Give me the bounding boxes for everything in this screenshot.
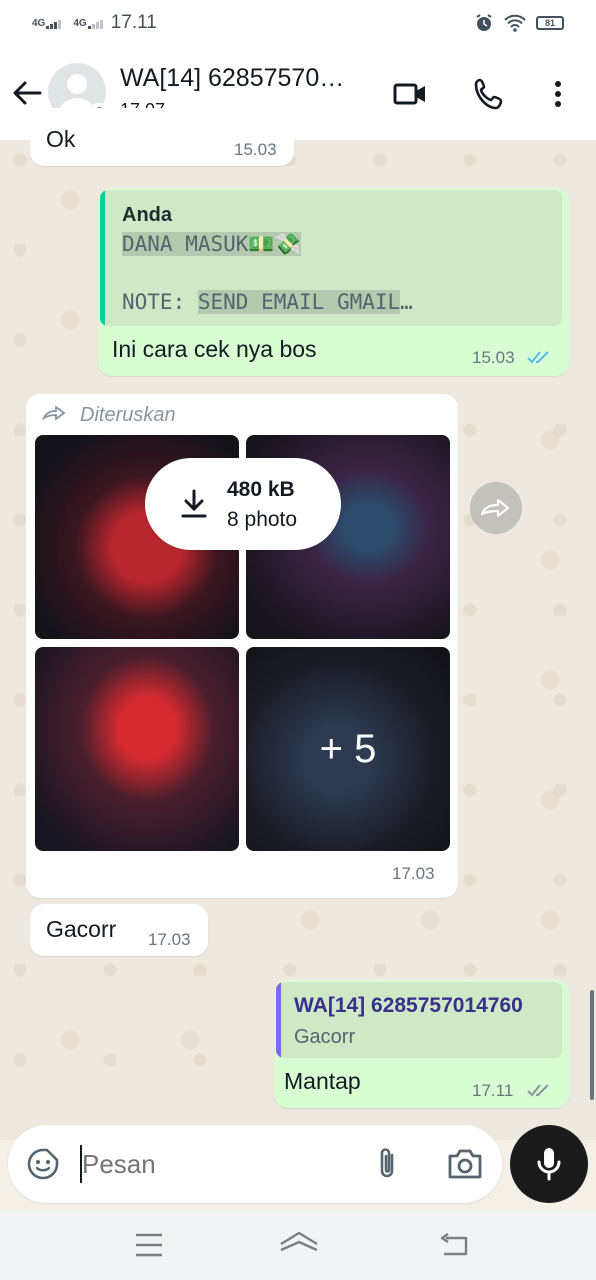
menu-icon[interactable] <box>134 1232 164 1258</box>
quoted-message[interactable]: Anda DANA MASUK💵💸 NOTE: SEND EMAIL GMAIL… <box>100 190 562 326</box>
mic-icon <box>537 1148 561 1181</box>
download-size: 480 kB <box>227 478 295 501</box>
sent-ticks-icon <box>527 1084 549 1097</box>
message-text: Gacorr <box>46 916 117 942</box>
back-nav-icon[interactable] <box>438 1232 470 1258</box>
quote-bar <box>276 982 281 1058</box>
quoted-message[interactable]: WA[14] 6285757014760 Gacorr <box>276 982 562 1058</box>
message-text: Ini cara cek nya bos <box>112 336 317 362</box>
message-time: 15.03 <box>472 348 515 367</box>
share-forward-button[interactable] <box>470 482 522 534</box>
forward-icon <box>42 405 66 421</box>
status-icons: 81 <box>474 13 564 33</box>
message-time: 17.03 <box>148 930 191 949</box>
network-type-2: 4G <box>73 17 87 29</box>
signal-bars-icon <box>46 19 62 29</box>
more-vert-icon[interactable] <box>540 76 576 112</box>
signal-1: 4G <box>32 17 62 29</box>
quote-note-label: NOTE: <box>122 290 186 314</box>
system-nav-bar <box>0 1210 596 1280</box>
quote-line: DANA MASUK💵💸 <box>122 232 301 256</box>
download-button[interactable]: 480 kB 8 photo <box>145 458 341 550</box>
read-ticks-icon <box>527 351 549 364</box>
photo-thumbnail-3[interactable] <box>35 647 239 851</box>
message-time: 15.03 <box>234 140 277 159</box>
photo-thumbnail-more[interactable]: + 5 <box>246 647 450 851</box>
share-forward-icon <box>480 498 510 518</box>
message-bubble-incoming[interactable]: Ok 15.03 <box>30 108 294 166</box>
message-bubble-outgoing[interactable]: Anda DANA MASUK💵💸 NOTE: SEND EMAIL GMAIL… <box>98 188 570 376</box>
quote-bar <box>100 190 105 326</box>
quote-ellipsis: … <box>400 290 413 314</box>
message-time: 17.03 <box>392 864 435 883</box>
network-type-1: 4G <box>32 17 46 29</box>
wifi-icon <box>504 14 526 32</box>
signal-2: 4G <box>73 17 103 29</box>
forwarded-label: Diteruskan <box>80 404 176 426</box>
download-icon <box>181 489 207 518</box>
camera-icon[interactable] <box>446 1147 484 1181</box>
sticker-icon[interactable] <box>26 1147 60 1181</box>
message-input[interactable] <box>82 1141 342 1187</box>
avatar-head <box>67 74 87 94</box>
message-composer <box>8 1125 502 1203</box>
message-time: 17.11 <box>472 1081 514 1100</box>
status-bar: 4G 4G 17.11 81 <box>0 0 596 46</box>
more-photos-count: + 5 <box>319 726 377 771</box>
back-arrow-icon[interactable] <box>10 76 44 110</box>
alarm-icon <box>476 14 492 31</box>
home-icon[interactable] <box>278 1230 320 1260</box>
message-bubble-outgoing[interactable]: WA[14] 6285757014760 Gacorr Mantap 17.11 <box>274 980 570 1108</box>
battery-icon: 81 <box>536 16 564 30</box>
clock: 17.11 <box>110 12 157 33</box>
video-call-icon[interactable] <box>392 76 428 112</box>
mic-button[interactable] <box>510 1125 588 1203</box>
signal-bars-icon <box>87 19 103 29</box>
quote-author: WA[14] 6285757014760 <box>294 994 523 1017</box>
photo-count: 8 photo <box>227 508 298 531</box>
attach-icon[interactable] <box>372 1145 402 1183</box>
message-text: Mantap <box>284 1068 361 1094</box>
scrollbar[interactable] <box>590 990 594 1100</box>
quote-text: Gacorr <box>294 1026 356 1048</box>
contact-name[interactable]: WA[14] 62857570… <box>120 64 344 93</box>
message-bubble-incoming[interactable]: Gacorr 17.03 <box>30 904 208 956</box>
phone-icon[interactable] <box>472 76 508 112</box>
quote-author: Anda <box>122 204 172 226</box>
quote-note-text: SEND EMAIL GMAIL <box>197 290 401 314</box>
